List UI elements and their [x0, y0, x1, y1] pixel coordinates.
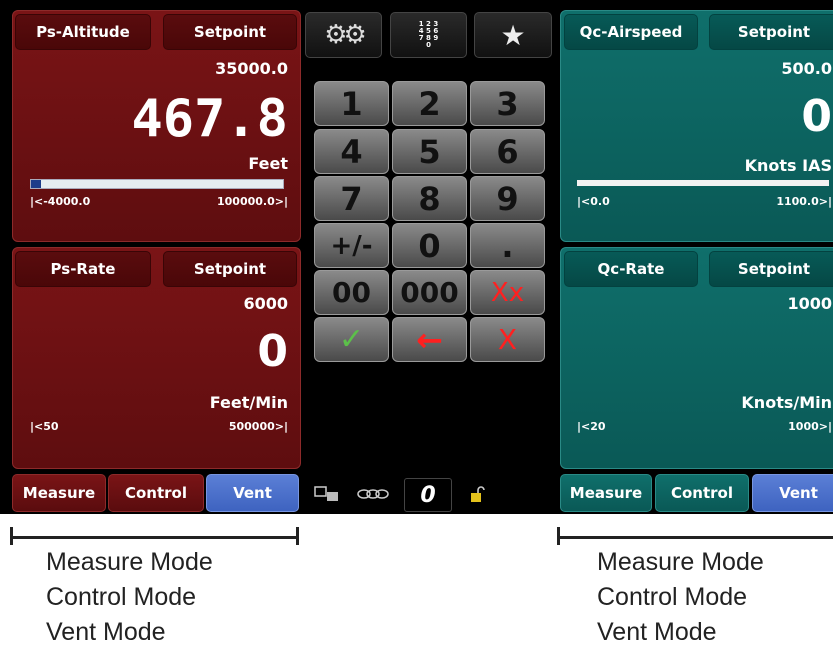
range-max: 1100.0>|	[776, 195, 832, 208]
left-bracket-tick-start	[10, 527, 13, 545]
cancel-button[interactable]: X	[470, 317, 545, 362]
setpoint-value: 1000	[787, 294, 832, 313]
unit-label: Knots/Min	[741, 393, 832, 412]
ps-rate-button[interactable]: Ps-Rate	[15, 251, 151, 287]
right-annotation-control-mode: Control Mode	[597, 583, 748, 611]
ps-altitude-button[interactable]: Ps-Altitude	[15, 14, 151, 50]
range-max: 500000>|	[228, 420, 288, 433]
chain-link-icon[interactable]	[355, 483, 391, 505]
qc-airspeed-panel[interactable]: Qc-Airspeed Setpoint 500.0 0 Knots IAS |…	[560, 10, 833, 242]
left-annotation-vent-mode: Vent Mode	[46, 618, 166, 646]
left-arrow-icon: ←	[416, 320, 443, 359]
reading-value: 467.8	[131, 89, 288, 149]
range-bar	[30, 179, 284, 189]
setpoint-button[interactable]: Setpoint	[163, 14, 297, 50]
right-control-button[interactable]: Control	[655, 474, 749, 512]
display-icon[interactable]	[312, 483, 342, 505]
key-00[interactable]: 00	[314, 270, 389, 315]
display-icon-svg	[314, 486, 338, 501]
checkmark-icon: ✓	[338, 322, 365, 357]
key-6[interactable]: 6	[470, 129, 545, 174]
key-8[interactable]: 8	[392, 176, 467, 221]
key-plus-minus[interactable]: +/-	[314, 223, 389, 268]
left-bracket-line	[10, 536, 299, 539]
qc-rate-button[interactable]: Qc-Rate	[564, 251, 698, 287]
clear-all-icon: Xx	[490, 277, 525, 308]
x-icon: X	[497, 323, 518, 356]
unlock-icon[interactable]	[466, 483, 488, 505]
key-0[interactable]: 0	[392, 223, 467, 268]
unit-label: Knots IAS	[744, 156, 832, 175]
key-1[interactable]: 1	[314, 81, 389, 126]
right-vent-button[interactable]: Vent	[752, 474, 833, 512]
enter-button[interactable]: ✓	[314, 317, 389, 362]
reading-value: 0	[801, 91, 832, 142]
right-bracket-line	[557, 536, 833, 539]
settings-button[interactable]: ⚙⚙	[305, 12, 382, 58]
right-bracket-tick-start	[557, 527, 560, 545]
setpoint-button[interactable]: Setpoint	[163, 251, 297, 287]
chain-link-svg	[357, 489, 389, 499]
gears-icon: ⚙⚙	[324, 20, 367, 50]
qc-airspeed-button[interactable]: Qc-Airspeed	[564, 14, 698, 50]
setpoint-value: 35000.0	[215, 59, 288, 78]
left-annotation-measure-mode: Measure Mode	[46, 548, 213, 576]
unit-label: Feet/Min	[209, 393, 288, 412]
key-decimal[interactable]: .	[470, 223, 545, 268]
key-000[interactable]: 000	[392, 270, 467, 315]
key-2[interactable]: 2	[392, 81, 467, 126]
setpoint-button[interactable]: Setpoint	[709, 251, 833, 287]
left-measure-button[interactable]: Measure	[12, 474, 106, 512]
range-min: |<50	[30, 420, 59, 433]
range-min: |<0.0	[577, 195, 610, 208]
range-min: |<-4000.0	[30, 195, 91, 208]
setpoint-value: 500.0	[781, 59, 832, 78]
key-4[interactable]: 4	[314, 129, 389, 174]
ps-altitude-panel[interactable]: Ps-Altitude Setpoint 35000.0 467.8 Feet …	[12, 10, 301, 242]
setpoint-value: 6000	[243, 294, 288, 313]
zero-button[interactable]: 0	[404, 478, 452, 512]
left-annotation-control-mode: Control Mode	[46, 583, 197, 611]
range-max: 1000>|	[788, 420, 832, 433]
numpad-icon: 1 2 3 4 5 6 7 8 9 0	[418, 20, 439, 49]
clear-all-button[interactable]: Xx	[470, 270, 545, 315]
instrument-screen: Ps-Altitude Setpoint 35000.0 467.8 Feet …	[0, 0, 833, 514]
left-vent-button[interactable]: Vent	[206, 474, 299, 512]
right-annotation-measure-mode: Measure Mode	[597, 548, 764, 576]
key-9[interactable]: 9	[470, 176, 545, 221]
right-measure-button[interactable]: Measure	[560, 474, 652, 512]
key-3[interactable]: 3	[470, 81, 545, 126]
zero-value: 0	[420, 482, 436, 508]
star-icon: ★	[500, 18, 526, 52]
backspace-button[interactable]: ←	[392, 317, 467, 362]
qc-rate-panel[interactable]: Qc-Rate Setpoint 1000 Knots/Min |<20 100…	[560, 247, 833, 469]
unlock-icon-svg	[471, 486, 485, 502]
range-bar	[577, 180, 829, 186]
right-annotation-vent-mode: Vent Mode	[597, 618, 717, 646]
numpad-button[interactable]: 1 2 3 4 5 6 7 8 9 0	[390, 12, 467, 58]
ps-rate-panel[interactable]: Ps-Rate Setpoint 6000 0 Feet/Min |<50 50…	[12, 247, 301, 469]
setpoint-button[interactable]: Setpoint	[709, 14, 833, 50]
key-7[interactable]: 7	[314, 176, 389, 221]
range-max: 100000.0>|	[217, 195, 288, 208]
reading-value: 0	[257, 326, 288, 377]
key-5[interactable]: 5	[392, 129, 467, 174]
unit-label: Feet	[248, 154, 288, 173]
favorites-button[interactable]: ★	[474, 12, 552, 58]
left-bracket-tick-end	[296, 527, 299, 545]
range-min: |<20	[577, 420, 606, 433]
range-bar-fill	[31, 180, 42, 188]
left-control-button[interactable]: Control	[108, 474, 204, 512]
